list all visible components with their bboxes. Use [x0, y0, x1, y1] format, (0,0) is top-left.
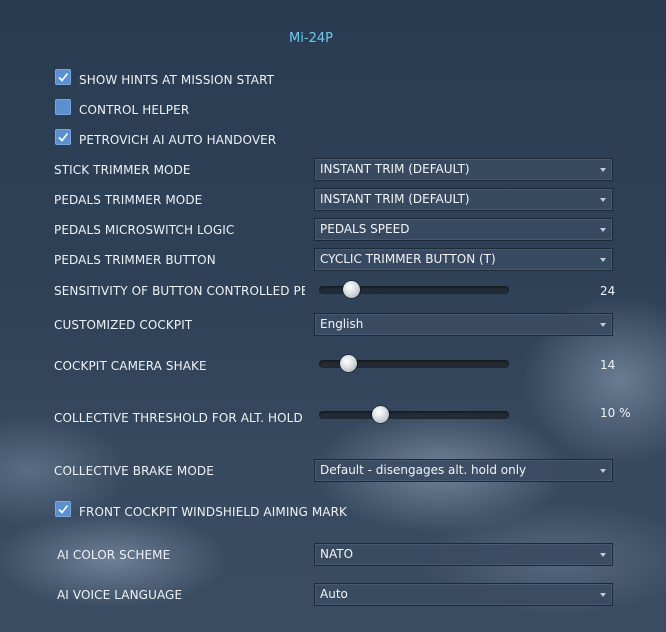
customized-cockpit-value: English: [320, 317, 364, 331]
customized-cockpit-label: CUSTOMIZED COCKPIT: [54, 318, 193, 332]
chevron-down-icon: [600, 258, 606, 262]
sensitivity-value: 24: [600, 284, 616, 298]
chevron-down-icon: [600, 228, 606, 232]
petrovich-handover-label: PETROVICH AI AUTO HANDOVER: [79, 133, 277, 147]
checkmark-icon: [58, 505, 69, 514]
pedals-microswitch-value: PEDALS SPEED: [320, 222, 410, 236]
pedals-button-label: PEDALS TRIMMER BUTTON: [54, 253, 216, 267]
chevron-down-icon: [600, 198, 606, 202]
camera-shake-value: 14: [600, 358, 616, 372]
customized-cockpit-dropdown[interactable]: English: [314, 313, 613, 336]
show-hints-checkbox[interactable]: [55, 69, 71, 85]
camera-shake-label: COCKPIT CAMERA SHAKE: [54, 359, 207, 373]
ai-color-scheme-dropdown[interactable]: NATO: [314, 543, 613, 566]
pedals-trimmer-dropdown[interactable]: INSTANT TRIM (DEFAULT): [314, 188, 613, 211]
checkmark-icon: [58, 73, 69, 82]
chevron-down-icon: [600, 168, 606, 172]
pedals-trimmer-value: INSTANT TRIM (DEFAULT): [320, 192, 470, 206]
pedals-button-dropdown[interactable]: CYCLIC TRIMMER BUTTON (T): [314, 248, 613, 271]
petrovich-handover-checkbox[interactable]: [55, 129, 71, 145]
stick-trimmer-label: STICK TRIMMER MODE: [54, 163, 191, 177]
control-helper-checkbox[interactable]: [55, 99, 71, 115]
sensitivity-label: SENSITIVITY OF BUTTON CONTROLLED PEDALS: [54, 284, 305, 298]
stick-trimmer-value: INSTANT TRIM (DEFAULT): [320, 162, 470, 176]
sensitivity-slider-handle[interactable]: [343, 281, 361, 298]
ai-voice-language-value: Auto: [320, 587, 348, 601]
ai-voice-language-dropdown[interactable]: Auto: [314, 583, 613, 606]
percent-unit: %: [619, 406, 631, 420]
ai-color-scheme-value: NATO: [320, 547, 354, 561]
windshield-aiming-mark-label: FRONT COCKPIT WINDSHIELD AIMING MARK: [79, 505, 348, 519]
collective-threshold-slider[interactable]: [319, 406, 509, 423]
sensitivity-slider[interactable]: [319, 281, 509, 298]
ai-voice-language-label: AI VOICE LANGUAGE: [57, 588, 183, 602]
control-helper-label: CONTROL HELPER: [79, 103, 190, 117]
camera-shake-slider[interactable]: [319, 355, 509, 372]
camera-shake-slider-handle[interactable]: [339, 355, 357, 372]
ai-color-scheme-label: AI COLOR SCHEME: [57, 548, 171, 562]
pedals-trimmer-label: PEDALS TRIMMER MODE: [54, 193, 203, 207]
checkmark-icon: [58, 133, 69, 142]
stick-trimmer-dropdown[interactable]: INSTANT TRIM (DEFAULT): [314, 158, 613, 181]
collective-threshold-slider-handle[interactable]: [371, 406, 389, 423]
chevron-down-icon: [600, 323, 606, 327]
chevron-down-icon: [600, 469, 606, 473]
pedals-microswitch-dropdown[interactable]: PEDALS SPEED: [314, 218, 613, 241]
chevron-down-icon: [600, 553, 606, 557]
collective-threshold-value: 10 %: [600, 406, 631, 420]
collective-brake-dropdown[interactable]: Default - disengages alt. hold only: [314, 459, 613, 482]
aircraft-title: Mi-24P: [289, 31, 333, 46]
windshield-aiming-mark-checkbox[interactable]: [55, 501, 71, 517]
collective-threshold-label: COLLECTIVE THRESHOLD FOR ALT. HOLD: [54, 411, 303, 425]
collective-brake-value: Default - disengages alt. hold only: [320, 463, 527, 477]
pedals-button-value: CYCLIC TRIMMER BUTTON (T): [320, 252, 496, 266]
show-hints-label: SHOW HINTS AT MISSION START: [79, 73, 275, 87]
pedals-microswitch-label: PEDALS MICROSWITCH LOGIC: [54, 223, 235, 237]
collective-threshold-number: 10: [600, 406, 616, 420]
chevron-down-icon: [600, 593, 606, 597]
collective-brake-label: COLLECTIVE BRAKE MODE: [54, 464, 214, 478]
